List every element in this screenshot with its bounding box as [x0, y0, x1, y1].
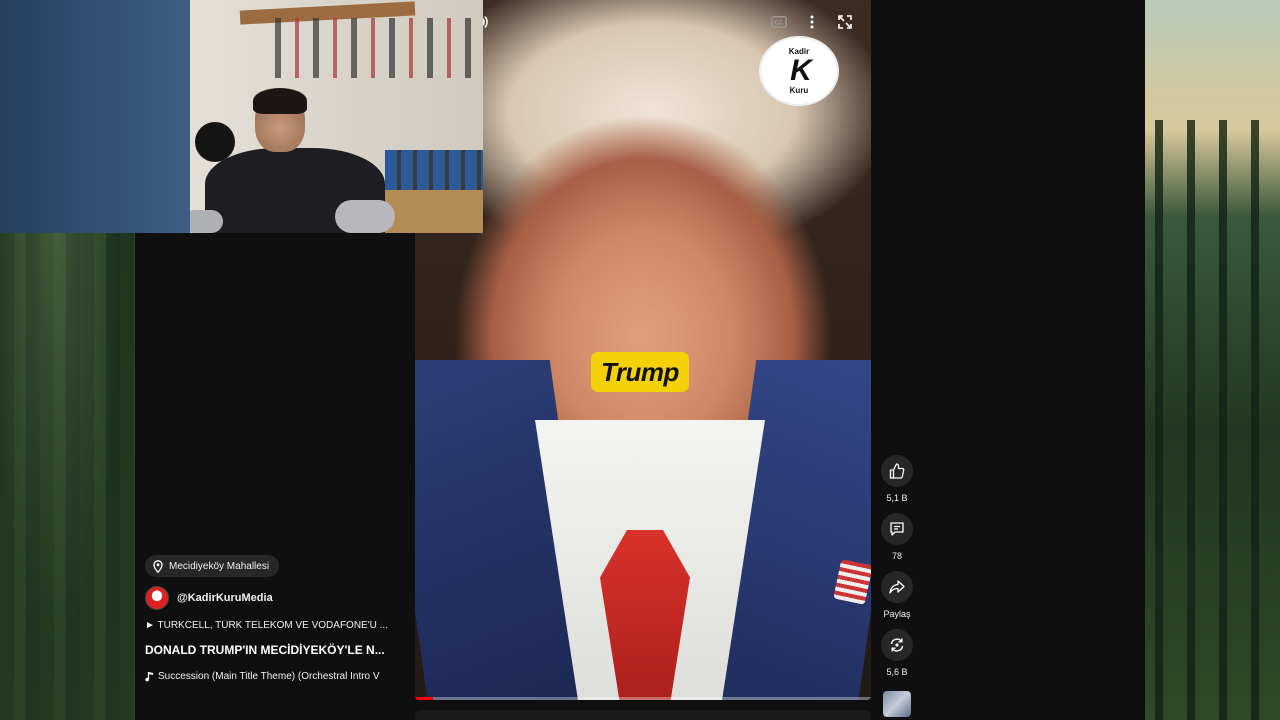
player-controls-top: CC: [415, 0, 871, 44]
remix-icon: [890, 638, 904, 652]
action-column: 5,1 B 78 Paylaş 5,6 B: [877, 455, 917, 717]
comment-button[interactable]: [881, 513, 913, 545]
svg-text:CC: CC: [775, 21, 784, 27]
remix-button[interactable]: [881, 629, 913, 661]
sound-label: Succession (Main Title Theme) (Orchestra…: [158, 670, 380, 682]
short-title[interactable]: DONALD TRUMP'IN MECİDİYEKÖY'LE N...: [145, 643, 407, 657]
music-note-icon: [145, 671, 153, 681]
location-label: Mecidiyeköy Mahallesi: [169, 560, 270, 572]
like-button[interactable]: [881, 455, 913, 487]
logo-text-bottom: Kuru: [789, 86, 809, 95]
webcam-bins: [385, 150, 483, 195]
closed-captions-icon: CC: [771, 16, 787, 28]
fullscreen-icon: [838, 15, 852, 29]
share-button[interactable]: [881, 571, 913, 603]
more-vert-icon: [810, 15, 814, 29]
comment-icon: [890, 522, 904, 536]
channel-avatar[interactable]: [145, 585, 169, 610]
channel-row: @KadirKuruMedia: [145, 585, 407, 610]
thumbs-up-icon: [889, 463, 905, 479]
background-forest-right: [1145, 0, 1280, 720]
location-pin-icon: [153, 559, 163, 573]
captions-button[interactable]: CC: [767, 10, 791, 34]
next-short-peek[interactable]: [415, 710, 871, 720]
tree-silhouettes: [1145, 120, 1280, 720]
webcam-door: [0, 0, 190, 233]
like-count: 5,1 B: [886, 493, 908, 503]
remix-count: 5,6 B: [886, 667, 908, 677]
location-chip[interactable]: Mecidiyeköy Mahallesi: [145, 555, 280, 577]
video-caption: Trump: [591, 352, 689, 392]
remix-action: 5,6 B: [881, 629, 913, 677]
comment-count: 78: [891, 551, 902, 561]
flag-pin: [833, 559, 871, 605]
channel-name[interactable]: @KadirKuruMedia: [177, 592, 273, 604]
shorts-page: Trump Kadir K Kuru CC Mecidiyeköy Mahall…: [0, 0, 1145, 720]
webcam-sleeve-right: [335, 200, 395, 233]
video-progress-fill: [415, 697, 434, 700]
share-arrow-icon: [889, 580, 905, 594]
more-options-button[interactable]: [800, 10, 824, 34]
share-label: Paylaş: [883, 609, 911, 619]
like-action: 5,1 B: [881, 455, 913, 503]
logo-mark: K: [790, 54, 812, 87]
sound-link[interactable]: Succession (Main Title Theme) (Orchestra…: [145, 671, 407, 682]
fullscreen-button[interactable]: [833, 10, 857, 34]
comment-action: 78: [881, 513, 913, 561]
short-info-panel: Mecidiyeköy Mahallesi @KadirKuruMedia ► …: [145, 555, 407, 682]
share-action: Paylaş: [881, 571, 913, 619]
sound-thumbnail[interactable]: [883, 691, 911, 717]
webcam-tools: [275, 18, 475, 78]
shorts-video-player[interactable]: Trump Kadir K Kuru CC: [415, 0, 871, 700]
video-progress-bar[interactable]: [415, 697, 871, 700]
channel-watermark-logo: Kadir K Kuru: [761, 38, 837, 104]
playlist-link[interactable]: ► TURKCELL, TÜRK TELEKOM VE VODAFONE'U .…: [145, 620, 407, 631]
webcam-person-hair: [253, 88, 307, 114]
